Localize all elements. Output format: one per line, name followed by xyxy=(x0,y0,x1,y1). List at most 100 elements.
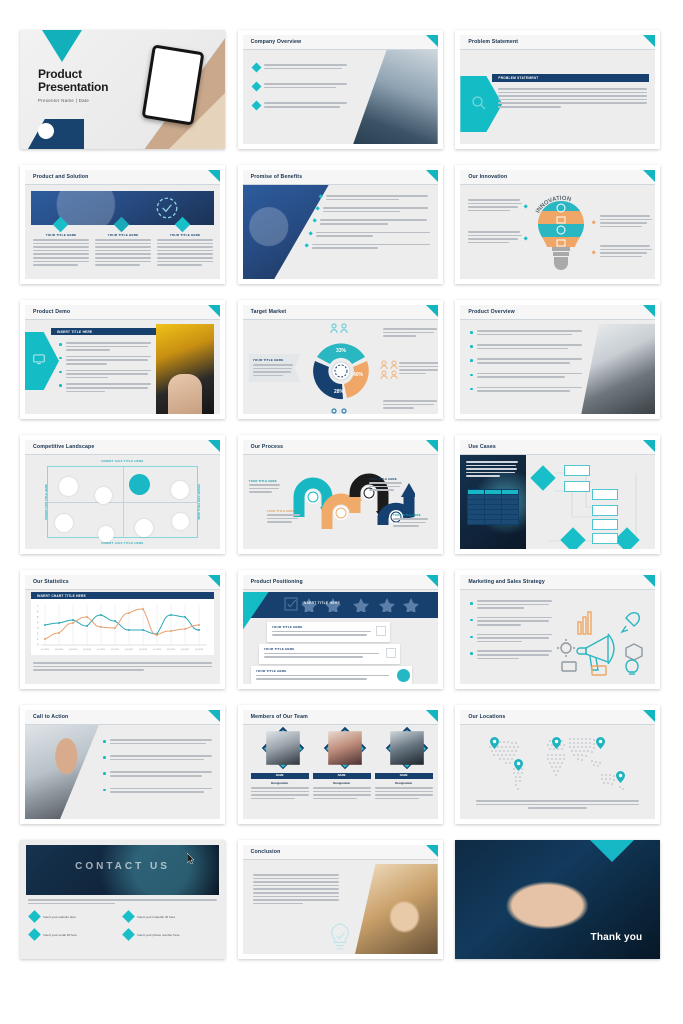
problem-band: PROBLEM STATEMENT xyxy=(492,74,650,82)
matrix-bubble[interactable] xyxy=(172,513,189,530)
slide-13-our-statistics[interactable]: Our Statistics INSERT CHART TITLE HERE 7… xyxy=(20,570,225,689)
slide-body: INSERT CHART TITLE HERE 7 6 5 4 3 2 1 0 … xyxy=(25,590,220,684)
slide-18-our-locations[interactable]: Our Locations xyxy=(455,705,661,824)
line-chart-area: 765 432 10 Q1 2020 Q2 2020 Q3 2020 Q4 20… xyxy=(31,599,214,655)
slide-14-product-positioning[interactable]: Product Positioning INSERT TITLE HERE YO… xyxy=(237,570,443,689)
locations-caption xyxy=(476,800,640,811)
slide-20-conclusion[interactable]: Conclusion xyxy=(237,840,443,959)
title-artwork xyxy=(117,30,225,149)
donut-chart: 33% 40% 28% xyxy=(312,343,369,400)
slide-2-company-overview[interactable]: Company Overview xyxy=(237,30,443,149)
slide-17-members-of-our-team[interactable]: Members of Our Team NAME Designation NAM… xyxy=(237,705,443,824)
process-step-4: YOUR TITLE HERE xyxy=(392,513,431,529)
column-1: YOUR TITLE HERE xyxy=(33,233,89,268)
location-pin-icon[interactable] xyxy=(552,737,562,749)
contact-item[interactable]: Insert your phone number here xyxy=(122,928,214,941)
slide-10-competitive-landscape[interactable]: Competitive Landscape INSERT AXIS TITLE … xyxy=(20,435,225,554)
conclusion-paragraph xyxy=(252,874,339,906)
matrix-bubble-highlight[interactable] xyxy=(129,474,150,495)
flow-box[interactable] xyxy=(592,519,619,530)
slide-15-marketing-and-sales-strategy[interactable]: Marketing and Sales Strategy xyxy=(455,570,661,689)
slide-11-our-process[interactable]: Our Process YOUR TITLE HERE YOUR TITLE H… xyxy=(237,435,443,554)
slide-title: Target Market xyxy=(250,308,287,315)
location-pin-icon[interactable] xyxy=(490,737,500,749)
diamond-bullet-icon xyxy=(251,62,262,73)
chart-title-bar: INSERT CHART TITLE HERE xyxy=(31,592,214,599)
contact-item[interactable]: Insert your LinkedIn ID here xyxy=(122,910,210,923)
panel-paragraph xyxy=(466,461,520,479)
slide-body xyxy=(460,320,656,414)
left-callout: YOUR TITLE HERE xyxy=(248,354,301,383)
matrix-bubble[interactable] xyxy=(55,514,73,532)
slide-21-thank-you[interactable]: Thank you xyxy=(455,840,661,959)
team-member[interactable] xyxy=(379,726,435,770)
slide-body xyxy=(460,455,655,549)
slide-4-canvas: Product and Solution YOUR TITLE HERE YOU… xyxy=(25,170,220,279)
slide-body xyxy=(460,725,655,819)
positioning-card[interactable]: YOUR TITLE HERE xyxy=(258,644,400,664)
presenter-photo xyxy=(25,725,99,819)
flow-box[interactable] xyxy=(592,489,619,500)
contact-paragraph xyxy=(28,899,217,906)
slide-12-use-cases[interactable]: Use Cases xyxy=(455,435,661,554)
slide-title: Product Overview xyxy=(468,308,515,315)
matrix-bubble[interactable] xyxy=(59,477,78,496)
diamond-bullet-icon xyxy=(28,910,41,923)
matrix-bottom-axis-label: INSERT AXIS TITLE HERE xyxy=(101,541,144,545)
slide-1-title[interactable]: Product Presentation Presenter Name | Da… xyxy=(20,30,225,149)
location-pin-icon[interactable] xyxy=(596,737,606,749)
slide-body xyxy=(25,725,220,819)
slide-title: Our Locations xyxy=(468,713,506,720)
slide-title: Marketing and Sales Strategy xyxy=(468,578,545,585)
step-title: YOUR TITLE HERE xyxy=(248,479,277,483)
list-item xyxy=(59,383,151,394)
slide-5-promise-of-benefits[interactable]: Promise of Benefits xyxy=(237,165,443,284)
positioning-card[interactable]: YOUR TITLE HERE xyxy=(266,622,390,642)
list-item xyxy=(303,243,430,251)
matrix-bubble[interactable] xyxy=(95,487,112,504)
flow-box[interactable] xyxy=(592,533,619,544)
member-designation: Designation xyxy=(333,781,351,785)
right-text-2 xyxy=(398,362,438,376)
step-title: YOUR TITLE HERE xyxy=(392,513,421,517)
svg-text:Q4 2020: Q4 2020 xyxy=(83,649,92,651)
team-member[interactable] xyxy=(317,726,373,770)
team-member[interactable] xyxy=(255,726,311,770)
diamond-bullet-icon xyxy=(28,928,41,941)
slide-6-our-innovation[interactable]: Our Innovation INNOVATION xyxy=(455,165,661,284)
slide-3-problem-statement[interactable]: Problem Statement PROBLEM STATEMENT xyxy=(455,30,661,149)
problem-paragraph xyxy=(498,88,648,110)
member-name-bar: NAME xyxy=(374,773,433,779)
flow-box[interactable] xyxy=(564,481,591,492)
slide-16-call-to-action[interactable]: Call to Action xyxy=(20,705,225,824)
contact-item[interactable]: Insert your website here xyxy=(28,910,112,923)
slide-body xyxy=(460,590,655,684)
slide-4-product-and-solution[interactable]: Product and Solution YOUR TITLE HERE YOU… xyxy=(20,165,225,284)
svg-text:Q1 2020: Q1 2020 xyxy=(41,649,50,651)
flow-box[interactable] xyxy=(564,465,591,476)
location-pin-icon[interactable] xyxy=(616,771,626,783)
demo-bullets xyxy=(59,342,151,394)
list-item xyxy=(470,372,583,380)
list-item xyxy=(307,230,430,239)
phone-in-hand-photo xyxy=(156,324,214,414)
slide-7-product-demo[interactable]: Product Demo INSERT TITLE HERE xyxy=(20,300,225,419)
slide-9-product-overview[interactable]: Product Overview xyxy=(455,300,661,419)
positioning-card[interactable]: YOUR TITLE HERE xyxy=(250,666,412,684)
slide-8-target-market[interactable]: Target Market 33% 40% 28% YOUR TITLE HER… xyxy=(237,300,443,419)
slide-title: Our Innovation xyxy=(468,173,508,180)
lightbulb-infographic: INNOVATION xyxy=(536,196,585,270)
matrix-bubble[interactable] xyxy=(98,526,114,542)
card-thumb-highlight xyxy=(396,669,410,682)
member-info: Designation xyxy=(250,781,309,801)
slide-header: Problem Statement xyxy=(460,35,656,50)
diamond-bullet-icon xyxy=(307,230,313,236)
contact-item[interactable]: Insert your email ID here xyxy=(28,928,112,941)
matrix-bubble[interactable] xyxy=(171,481,189,499)
flow-box[interactable] xyxy=(592,505,619,516)
svg-text:5: 5 xyxy=(37,615,39,619)
slide-19-contact-us[interactable]: CONTACT US Insert your website here Inse… xyxy=(20,840,225,959)
location-pin-icon[interactable] xyxy=(514,759,524,771)
list-item xyxy=(59,342,151,353)
matrix-bubble[interactable] xyxy=(135,519,153,537)
